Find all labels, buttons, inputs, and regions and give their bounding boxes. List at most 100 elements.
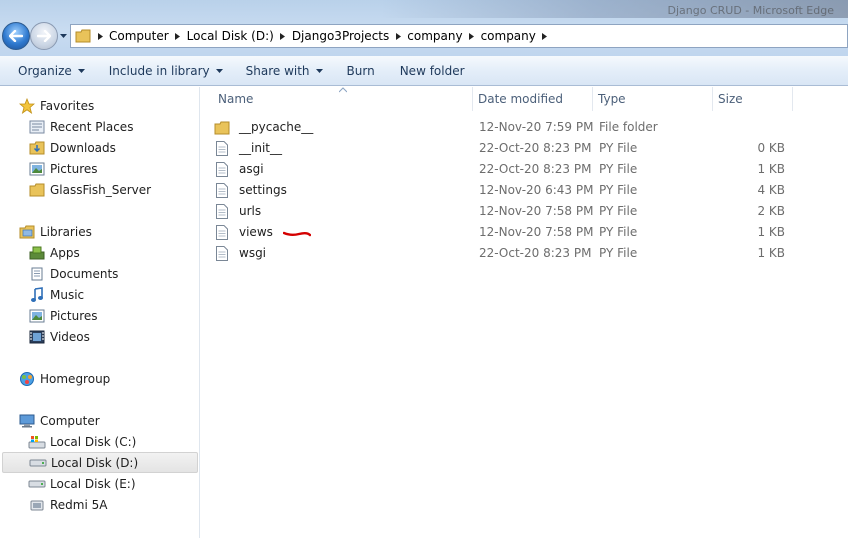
nav-item-label: Local Disk (C:) [50, 434, 137, 449]
column-header-name[interactable]: Name [213, 87, 473, 111]
nav-item-pictures-lib[interactable]: Pictures [0, 305, 199, 326]
nav-item-downloads[interactable]: Downloads [0, 137, 199, 158]
nav-item-local-disk-e[interactable]: Local Disk (E:) [0, 473, 199, 494]
forward-button[interactable] [30, 22, 58, 50]
file-date: 12-Nov-20 6:43 PM [479, 183, 594, 197]
chevron-down-icon [59, 34, 67, 38]
column-header-date-modified[interactable]: Date modified [473, 87, 593, 111]
nav-item-documents[interactable]: Documents [0, 263, 199, 284]
column-header-type[interactable]: Type [593, 87, 713, 111]
file-icon [213, 224, 231, 242]
file-icon [213, 161, 231, 179]
title-bar: Django CRUD - Microsoft Edge Computer Lo… [0, 0, 848, 56]
nav-item-label: Pictures [50, 161, 98, 176]
nav-item-apps[interactable]: Apps [0, 242, 199, 263]
organize-menu[interactable]: Organize [9, 59, 94, 83]
file-row-views[interactable]: views 12-Nov-20 7:58 PM PY File 1 KB [213, 222, 793, 243]
nav-libraries[interactable]: Libraries [0, 221, 199, 242]
file-name: wsgi [239, 246, 267, 260]
videos-icon [28, 328, 46, 346]
file-type: PY File [599, 162, 638, 176]
file-row-pycache[interactable]: __pycache__ 12-Nov-20 7:59 PM File folde… [213, 117, 793, 138]
file-name-cell: __pycache__ [213, 117, 313, 138]
device-icon [28, 496, 46, 514]
breadcrumb-arrow-icon[interactable] [391, 25, 405, 47]
breadcrumb-company-current[interactable]: company [479, 25, 538, 47]
nav-favorites[interactable]: Favorites [0, 95, 199, 116]
new-folder-button[interactable]: New folder [391, 59, 474, 83]
file-size: 1 KB [757, 246, 785, 260]
nav-item-local-disk-d[interactable]: Local Disk (D:) [2, 452, 198, 473]
system-drive-icon [28, 433, 46, 451]
file-row-init[interactable]: __init__ 22-Oct-20 8:23 PM PY File 0 KB [213, 138, 793, 159]
file-date: 12-Nov-20 7:59 PM [479, 120, 594, 134]
nav-item-videos[interactable]: Videos [0, 326, 199, 347]
file-type: PY File [599, 141, 638, 155]
file-list[interactable]: Name Date modified Type Size __pycache__… [201, 87, 848, 538]
file-type: PY File [599, 225, 638, 239]
breadcrumb-arrow-icon[interactable] [538, 25, 552, 47]
nav-computer[interactable]: Computer [0, 410, 199, 431]
breadcrumb-arrow-icon[interactable] [93, 25, 107, 47]
nav-item-recent-places[interactable]: Recent Places [0, 116, 199, 137]
share-with-label: Share with [245, 63, 310, 78]
nav-item-label: Redmi 5A [50, 497, 108, 512]
nav-item-redmi-5a[interactable]: Redmi 5A [0, 494, 199, 515]
file-name: settings [239, 183, 287, 197]
nav-item-label: Recent Places [50, 119, 134, 134]
file-size: 1 KB [757, 225, 785, 239]
burn-button[interactable]: Burn [338, 59, 384, 83]
breadcrumb-django3projects[interactable]: Django3Projects [290, 25, 391, 47]
address-bar[interactable]: Computer Local Disk (D:) Django3Projects… [70, 24, 848, 48]
forward-arrow-icon [37, 30, 51, 42]
chevron-down-icon [315, 68, 323, 73]
breadcrumb-company[interactable]: company [405, 25, 464, 47]
pictures-icon [28, 307, 46, 325]
file-type: PY File [599, 246, 638, 260]
file-name-cell: views [213, 222, 273, 243]
file-row-settings[interactable]: settings 12-Nov-20 6:43 PM PY File 4 KB [213, 180, 793, 201]
nav-item-pictures-fav[interactable]: Pictures [0, 158, 199, 179]
file-name-cell: wsgi [213, 243, 266, 264]
nav-libraries-label: Libraries [40, 224, 92, 239]
music-icon [28, 286, 46, 304]
file-row-urls[interactable]: urls 12-Nov-20 7:58 PM PY File 2 KB [213, 201, 793, 222]
file-icon [213, 182, 231, 200]
nav-homegroup[interactable]: Homegroup [0, 368, 199, 389]
nav-item-music[interactable]: Music [0, 284, 199, 305]
share-with-menu[interactable]: Share with [237, 59, 332, 83]
folder-icon [213, 119, 231, 137]
file-name-cell: asgi [213, 159, 264, 180]
file-date: 12-Nov-20 7:58 PM [479, 204, 594, 218]
file-type: PY File [599, 183, 638, 197]
back-arrow-icon [9, 30, 23, 42]
nav-item-glassfish-server[interactable]: GlassFish_Server [0, 179, 199, 200]
breadcrumb-computer[interactable]: Computer [107, 25, 171, 47]
file-row-asgi[interactable]: asgi 22-Oct-20 8:23 PM PY File 1 KB [213, 159, 793, 180]
nav-item-label: Pictures [50, 308, 98, 323]
file-size: 4 KB [757, 183, 785, 197]
file-type: File folder [599, 120, 658, 134]
file-name: __init__ [239, 141, 282, 155]
back-button[interactable] [2, 22, 30, 50]
nav-computer-label: Computer [40, 413, 100, 428]
folder-icon [28, 181, 46, 199]
file-name: views [239, 225, 273, 239]
column-header-size[interactable]: Size [713, 87, 793, 111]
nav-item-local-disk-c[interactable]: Local Disk (C:) [0, 431, 199, 452]
nav-item-label: Videos [50, 329, 90, 344]
breadcrumb-arrow-icon[interactable] [276, 25, 290, 47]
file-date: 22-Oct-20 8:23 PM [479, 162, 592, 176]
nav-homegroup-label: Homegroup [40, 371, 111, 386]
nav-favorites-label: Favorites [40, 98, 95, 113]
navigation-pane[interactable]: Favorites Recent Places Downloads Pictur… [0, 87, 200, 538]
file-name: __pycache__ [239, 120, 314, 134]
file-date: 22-Oct-20 8:23 PM [479, 141, 592, 155]
include-in-library-menu[interactable]: Include in library [100, 59, 232, 83]
file-icon [213, 203, 231, 221]
file-row-wsgi[interactable]: wsgi 22-Oct-20 8:23 PM PY File 1 KB [213, 243, 793, 264]
breadcrumb-arrow-icon[interactable] [465, 25, 479, 47]
recent-pages-button[interactable] [58, 30, 68, 42]
breadcrumb-local-disk-d[interactable]: Local Disk (D:) [185, 25, 276, 47]
breadcrumb-arrow-icon[interactable] [171, 25, 185, 47]
